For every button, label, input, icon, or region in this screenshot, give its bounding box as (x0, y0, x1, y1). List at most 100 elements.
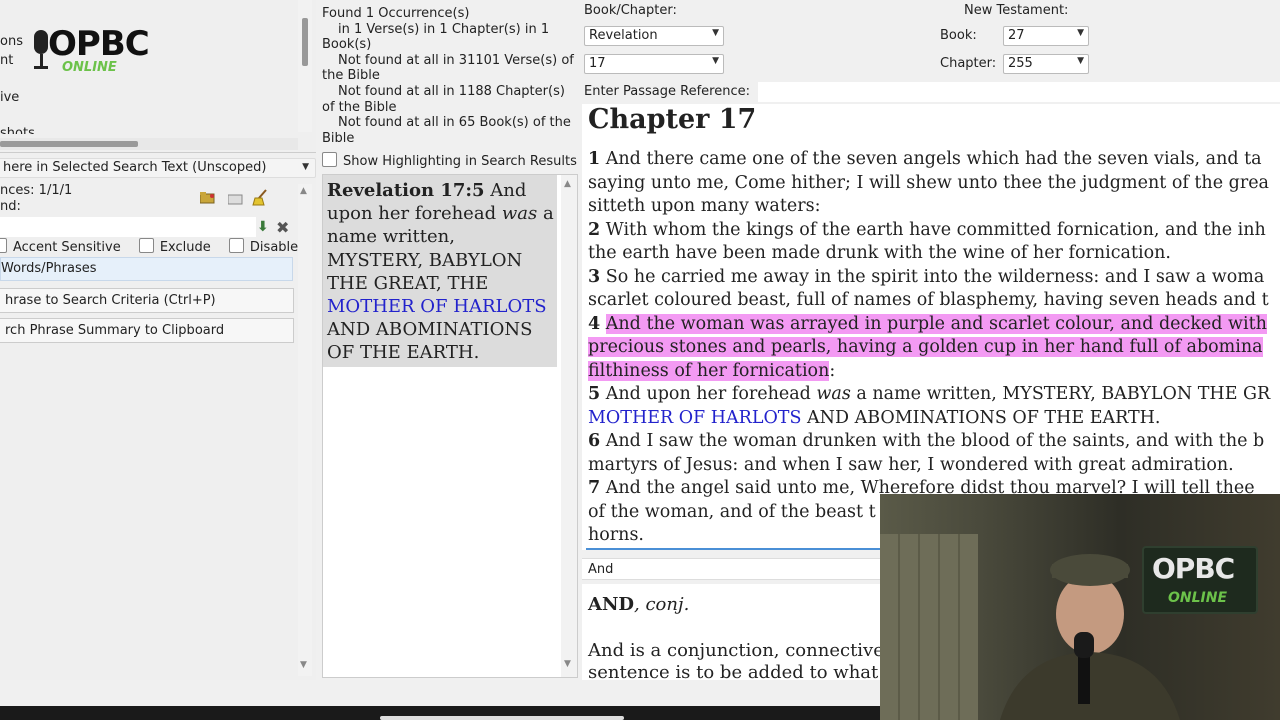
left-vertical-scrollbar[interactable]: ▲ ▼ (298, 184, 312, 676)
verse-3[interactable]: 3 So he carried me away in the spirit in… (588, 266, 1270, 290)
add-phrase-button[interactable]: hrase to Search Criteria (Ctrl+P) (0, 288, 294, 313)
cut-label-4: shots (0, 126, 35, 134)
results-line: Book(s) (322, 37, 372, 53)
wooden-door-image (880, 534, 978, 720)
checkbox-box[interactable] (322, 152, 337, 167)
results-line: of the Bible (322, 99, 397, 115)
highlighted-verse-text: filthiness of her fornication (588, 360, 830, 381)
broom-clear-icon[interactable] (252, 188, 270, 206)
verse-number: 6 (588, 431, 601, 451)
verse-text: : (829, 360, 836, 381)
taskbar (0, 706, 880, 720)
results-summary: Found 1 Occurrence(s) in 1 Verse(s) in 1… (322, 6, 580, 146)
cut-label-1: ons (0, 34, 23, 49)
verse-number: 1 (588, 149, 601, 169)
hscroll-thumb[interactable] (0, 141, 138, 147)
divider (0, 152, 316, 153)
checkbox-box[interactable] (0, 238, 7, 253)
result-text: OF THE EARTH. (327, 342, 480, 364)
dictionary-headword: AND (588, 594, 635, 615)
chapter-number-value: 255 (1008, 56, 1033, 71)
top-vertical-scrollbar[interactable] (298, 0, 312, 132)
results-line: Bible (322, 130, 355, 146)
checkbox-box[interactable] (228, 238, 244, 253)
result-text: name written, (327, 226, 455, 248)
results-line: Found 1 Occurrence(s) (322, 6, 470, 21)
verse-line: the earth have been made drunk with the … (588, 243, 1171, 263)
search-left-panel: ons nt ive shots OPBC ONLINE here in Sel… (0, 0, 316, 680)
opbc-logo: OPBC ONLINE (28, 24, 152, 78)
result-text: upon her forehead (327, 203, 502, 225)
verse-1[interactable]: 1 And there came one of the seven angels… (588, 148, 1270, 172)
result-text: MYSTERY, BABYLON (327, 249, 523, 271)
verse-6[interactable]: 6 And I saw the woman drunken with the b… (588, 430, 1270, 454)
search-phrase-input[interactable] (0, 217, 256, 237)
checkbox-box[interactable] (138, 238, 154, 253)
book-select[interactable]: Revelation ▼ (584, 26, 724, 46)
search-results-panel: Found 1 Occurrence(s) in 1 Verse(s) in 1… (318, 0, 580, 680)
occurrences-label: nces: 1/1/1 (0, 183, 73, 198)
result-italic: was (501, 203, 538, 225)
folder-icon[interactable] (227, 193, 244, 205)
verse-italic: was (816, 384, 851, 404)
verse-line: MOTHER OF HARLOTS AND ABOMINATIONS OF TH… (588, 407, 1270, 431)
dictionary-body-line: And is a conjunction, connective (588, 640, 884, 661)
show-highlighting-checkbox[interactable]: Show Highlighting in Search Results (322, 152, 577, 169)
arrow-down-icon[interactable]: ⬇ (257, 219, 271, 235)
chevron-down-icon: ▼ (712, 56, 719, 66)
verse-line: precious stones and pearls, having a gol… (588, 336, 1270, 360)
search-scope-select[interactable]: here in Selected Search Text (Unscoped) … (0, 158, 316, 178)
book-number-select[interactable]: 27 ▼ (1003, 26, 1089, 46)
exclude-checkbox[interactable]: Exclude (138, 238, 211, 255)
verse-5[interactable]: 5 And upon her forehead was a name writt… (588, 383, 1270, 407)
result-item[interactable]: Revelation 17:5 And upon her forehead wa… (323, 175, 557, 367)
taskbar-indicator (380, 716, 624, 720)
webcam-overlay: OPBC ONLINE (880, 494, 1280, 720)
testament-label: New Testament: (964, 3, 1069, 18)
results-line: the Bible (322, 68, 380, 84)
passage-input[interactable] (758, 82, 1280, 102)
words-phrases-row[interactable]: Words/Phrases (0, 257, 293, 281)
cut-label-2: nt (0, 53, 14, 68)
close-icon[interactable]: ✖ (276, 218, 292, 237)
chapter-number-select[interactable]: 255 ▼ (1003, 54, 1089, 74)
dictionary-pos: , conj. (634, 594, 690, 615)
chapter-select[interactable]: 17 ▼ (584, 54, 724, 74)
scrollbar-thumb[interactable] (302, 18, 308, 66)
chapter-text-area: Chapter 17 1 And there came one of the s… (582, 104, 1280, 550)
result-text: And (484, 180, 527, 201)
chevron-down-icon: ▼ (1077, 56, 1084, 66)
verse-line: sitteth upon many waters: (588, 196, 821, 216)
scroll-up-icon[interactable]: ▲ (564, 179, 571, 189)
verse-text: And there came one of the seven angels w… (605, 149, 1262, 169)
highlighted-verse-text: precious stones and pearls, having a gol… (588, 337, 1263, 357)
scroll-down-icon[interactable]: ▼ (300, 660, 307, 670)
verse-line: filthiness of her fornication: (588, 360, 1270, 384)
scroll-down-icon[interactable]: ▼ (564, 659, 571, 669)
horizontal-scrollbar[interactable] (0, 138, 298, 150)
verse-2[interactable]: 2 With whom the kings of the earth have … (588, 219, 1270, 243)
result-match-text: MOTHER OF HARLOTS (327, 296, 547, 318)
result-reference[interactable]: Revelation 17:5 (327, 180, 485, 201)
scroll-up-icon[interactable]: ▲ (300, 186, 307, 196)
results-scrollbar[interactable]: ▲ ▼ (561, 175, 577, 677)
accent-sensitive-checkbox[interactable]: Accent Sensitive (0, 238, 121, 255)
opbc-sign-logo: OPBC ONLINE (1142, 546, 1258, 614)
verse-4[interactable]: 4 And the woman was arrayed in purple an… (588, 313, 1270, 337)
text-area-underline (586, 548, 882, 550)
disable-checkbox[interactable]: Disable (228, 238, 299, 255)
exclude-label: Exclude (159, 240, 211, 255)
folder-open-icon[interactable] (199, 192, 216, 204)
verse-text: And I saw the woman drunken with the blo… (605, 431, 1265, 451)
disable-label: Disable (249, 240, 299, 255)
logo-main-text: OPBC (48, 24, 150, 64)
cut-label-3: ive (0, 90, 20, 105)
book-chapter-label: Book/Chapter: (584, 3, 677, 18)
dictionary-entry-head: AND, conj. (588, 594, 689, 615)
result-item-text: Revelation 17:5 And upon her forehead wa… (327, 179, 557, 365)
copy-summary-button[interactable]: rch Phrase Summary to Clipboard (0, 318, 294, 343)
book-select-value: Revelation (589, 28, 658, 43)
search-options-row: Accent Sensitive Exclude Disable (0, 238, 298, 255)
result-text: a (537, 203, 554, 225)
found-label: nd: (0, 199, 21, 214)
